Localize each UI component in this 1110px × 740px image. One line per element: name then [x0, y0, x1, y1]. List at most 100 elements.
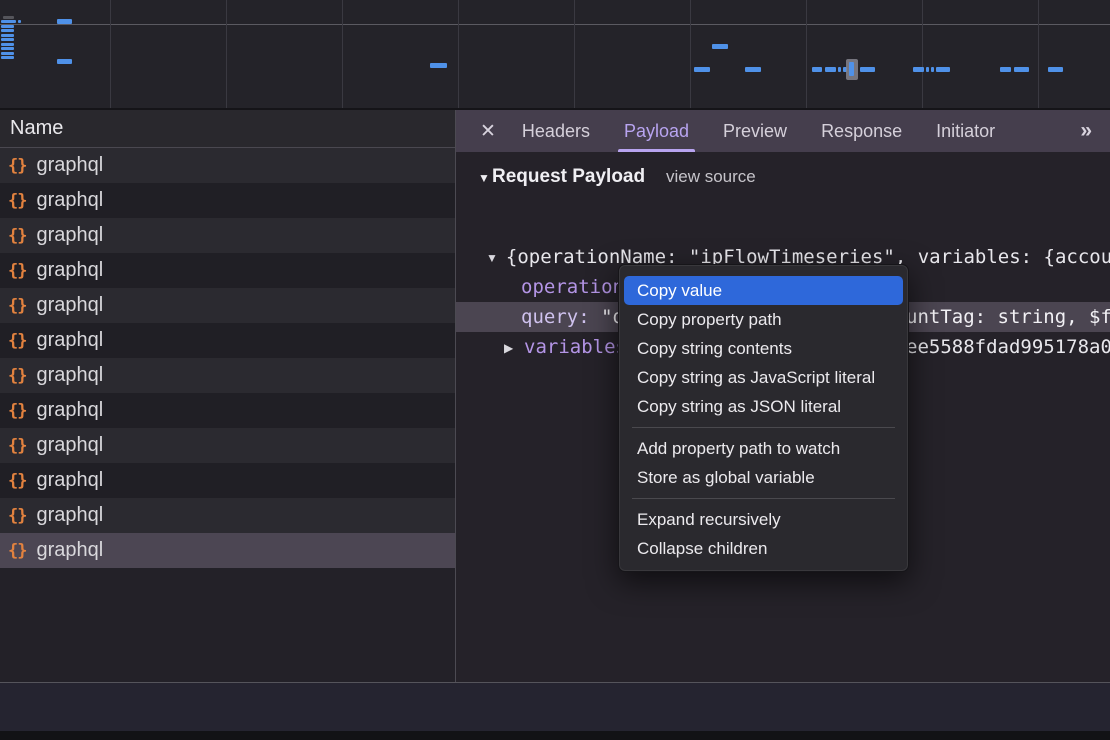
property-value-right: ee5588fdad995178a0 — [906, 332, 1110, 362]
menu-separator — [632, 498, 895, 499]
overview-request-bar — [936, 67, 950, 72]
network-overview-timeline[interactable] — [0, 0, 1110, 110]
menu-item-collapse-children[interactable]: Collapse children — [624, 534, 903, 563]
request-row-graphql[interactable]: {}graphql — [0, 323, 455, 358]
menu-item-copy-string-as-json-literal[interactable]: Copy string as JSON literal — [624, 392, 903, 421]
request-row-graphql[interactable]: {} graphql — [0, 498, 455, 533]
request-row-graphql[interactable]: {} graphql — [0, 533, 455, 568]
request-list: {} graphql {} graphql {} graphql {} graphql {} gr… — [0, 148, 455, 568]
overview-request-bar — [825, 67, 836, 72]
json-braces-icon: {} — [8, 261, 26, 281]
json-braces-icon: {} — [8, 156, 26, 176]
context-menu: Copy valueCopy property pathCopy string … — [618, 264, 909, 572]
request-row-graphql[interactable]: {}graphql — [0, 358, 455, 393]
tab-preview[interactable]: Preview — [723, 110, 787, 152]
request-row-graphql[interactable]: {} graphql — [0, 463, 455, 498]
overview-request-bar — [430, 63, 447, 68]
collapse-triangle-icon[interactable]: ▼ — [486, 243, 498, 272]
overview-gridline — [806, 0, 807, 108]
request-name-label: graphql — [36, 469, 103, 492]
request-row-graphql[interactable]: {}graphql — [0, 393, 455, 428]
request-name-label: graphql — [36, 224, 103, 247]
menu-item-copy-value[interactable]: Copy value — [624, 276, 903, 305]
menu-item-expand-recursively[interactable]: Expand recursively — [624, 505, 903, 534]
request-row-graphql[interactable]: {} graphql — [0, 218, 455, 253]
details-tab-bar: ✕ Headers Payload Preview Response Initiator… — [456, 110, 1110, 152]
more-tabs-icon[interactable]: » — [1080, 119, 1092, 143]
request-name-label: graphql — [36, 399, 103, 422]
overview-request-bar — [1, 56, 14, 59]
menu-item-store-as-global-variable[interactable]: Store as global variable — [624, 463, 903, 492]
overview-selected-bar — [849, 62, 854, 76]
tab-payload[interactable]: Payload — [624, 110, 689, 152]
property-value-right: untTag: string, $f — [906, 302, 1110, 332]
json-braces-icon: {} — [8, 506, 26, 526]
request-name-label: graphql — [36, 539, 103, 562]
expand-triangle-icon[interactable]: ▶ — [504, 333, 513, 362]
request-name-label: graphql — [36, 154, 103, 177]
overview-request-bar — [1, 20, 16, 23]
request-row-graphql[interactable]: {} graphql — [0, 428, 455, 463]
tab-initiator[interactable]: Initiator — [936, 110, 995, 152]
overview-request-bar — [3, 16, 14, 19]
overview-request-bar — [1, 25, 14, 28]
request-name-label: graphql — [36, 504, 103, 527]
panel-divider[interactable] — [455, 110, 456, 731]
overview-request-bar — [1, 52, 14, 55]
request-row-graphql[interactable]: {} graphql — [0, 253, 455, 288]
overview-divider-line — [0, 24, 1110, 25]
overview-request-bar — [1, 47, 14, 50]
collapse-triangle-icon[interactable]: ▼ — [478, 171, 490, 185]
request-name-label: graphql — [36, 189, 103, 212]
overview-request-bar — [913, 67, 924, 72]
section-title: Request Payload — [492, 166, 645, 188]
close-icon[interactable]: ✕ — [480, 120, 496, 143]
request-row-graphql[interactable]: {}graphql — [0, 288, 455, 323]
overview-gridline — [690, 0, 691, 108]
overview-request-bar — [18, 20, 21, 23]
request-payload-section: ▼ Request Payload view source — [456, 164, 1110, 194]
overview-request-bar — [1, 43, 14, 46]
json-braces-icon: {} — [8, 471, 26, 491]
overview-request-bar — [1000, 67, 1011, 72]
request-row-graphql[interactable]: {} graphql — [0, 148, 455, 183]
overview-gridline — [110, 0, 111, 108]
request-name-label: graphql — [36, 294, 103, 317]
overview-gridline — [458, 0, 459, 108]
request-row-graphql[interactable]: {}graphql — [0, 183, 455, 218]
json-braces-icon: {} — [8, 226, 26, 246]
menu-item-add-property-path-to-watch[interactable]: Add property path to watch — [624, 434, 903, 463]
property-key: variables — [524, 332, 627, 362]
overview-request-bar — [1, 34, 14, 37]
json-braces-icon: {} — [8, 366, 26, 386]
tab-response[interactable]: Response — [821, 110, 902, 152]
overview-request-bar — [838, 67, 841, 72]
overview-request-bar — [812, 67, 822, 72]
menu-item-copy-string-contents[interactable]: Copy string contents — [624, 334, 903, 363]
tab-headers[interactable]: Headers — [522, 110, 590, 152]
request-name-label: graphql — [36, 434, 103, 457]
overview-gridline — [574, 0, 575, 108]
json-braces-icon: {} — [8, 541, 26, 561]
request-name-label: graphql — [36, 259, 103, 282]
overview-request-bar — [860, 67, 875, 72]
status-footer — [0, 682, 1110, 731]
overview-gridline — [922, 0, 923, 108]
overview-request-bar — [931, 67, 934, 72]
overview-request-bar — [745, 67, 761, 72]
overview-gridline — [1038, 0, 1039, 108]
window-bottom-edge — [0, 731, 1110, 740]
menu-item-copy-string-as-javascript-literal[interactable]: Copy string as JavaScript literal — [624, 363, 903, 392]
name-column-header[interactable]: Name — [0, 110, 455, 148]
overview-request-bar — [1048, 67, 1063, 72]
overview-gridline — [342, 0, 343, 108]
overview-request-bar — [1014, 67, 1029, 72]
overview-request-bar — [694, 67, 710, 72]
devtools-window: Name {}graphql{}graphql{}graphql{}graphq… — [0, 0, 1110, 740]
json-braces-icon: {} — [8, 436, 26, 456]
view-source-link[interactable]: view source — [666, 167, 756, 187]
json-braces-icon: {} — [8, 331, 26, 351]
overview-request-bar — [712, 44, 728, 49]
menu-item-copy-property-path[interactable]: Copy property path — [624, 305, 903, 334]
overview-request-bar — [1, 29, 14, 32]
